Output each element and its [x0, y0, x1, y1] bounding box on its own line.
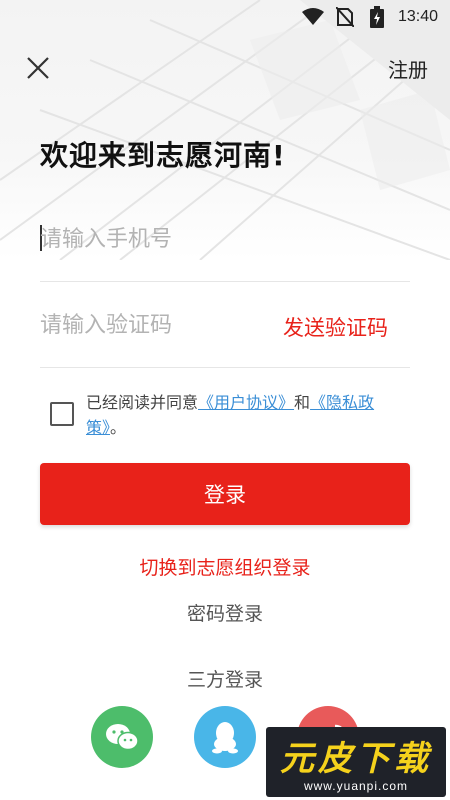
login-button[interactable]: 登录 — [40, 463, 410, 525]
close-button[interactable] — [22, 52, 54, 84]
watermark-url: www.yuanpi.com — [303, 779, 409, 793]
wifi-icon — [301, 6, 324, 28]
register-link[interactable]: 注册 — [388, 54, 428, 83]
welcome-title: 欢迎来到志愿河南! — [40, 139, 286, 172]
top-bar: 注册 — [0, 48, 450, 88]
code-field-row: 发送验证码 — [40, 282, 410, 368]
switch-org-login-link[interactable]: 切换到志愿组织登录 — [0, 553, 450, 580]
battery-icon — [366, 6, 388, 28]
watermark-text: 元皮下载 — [280, 739, 432, 779]
qq-icon — [212, 722, 238, 754]
watermark-overlay: 元皮下载 www.yuanpi.com — [266, 727, 446, 797]
agreement-prefix: 已经阅读并同意 — [86, 393, 199, 412]
send-code-button[interactable]: 发送验证码 — [283, 312, 388, 342]
no-sim-icon — [334, 6, 356, 28]
status-bar: 13:40 — [0, 0, 450, 34]
qq-login-button[interactable] — [194, 706, 256, 768]
phone-field-row — [40, 196, 410, 282]
third-party-login-title: 三方登录 — [186, 669, 263, 691]
user-agreement-link[interactable]: 《用户协议》 — [198, 393, 294, 412]
agreement-checkbox[interactable] — [50, 402, 74, 426]
verification-code-input[interactable] — [40, 308, 270, 342]
wechat-login-button[interactable] — [91, 706, 153, 768]
wechat-icon — [106, 724, 139, 751]
agreement-suffix: 。 — [110, 418, 127, 437]
agreement-and: 和 — [294, 393, 311, 412]
close-icon — [27, 57, 49, 79]
phone-input[interactable] — [40, 222, 270, 256]
status-time: 13:40 — [397, 8, 438, 25]
agreement-text: 已经阅读并同意《用户协议》和《隐私政策》。 — [86, 390, 408, 440]
password-login-link[interactable]: 密码登录 — [0, 599, 450, 626]
